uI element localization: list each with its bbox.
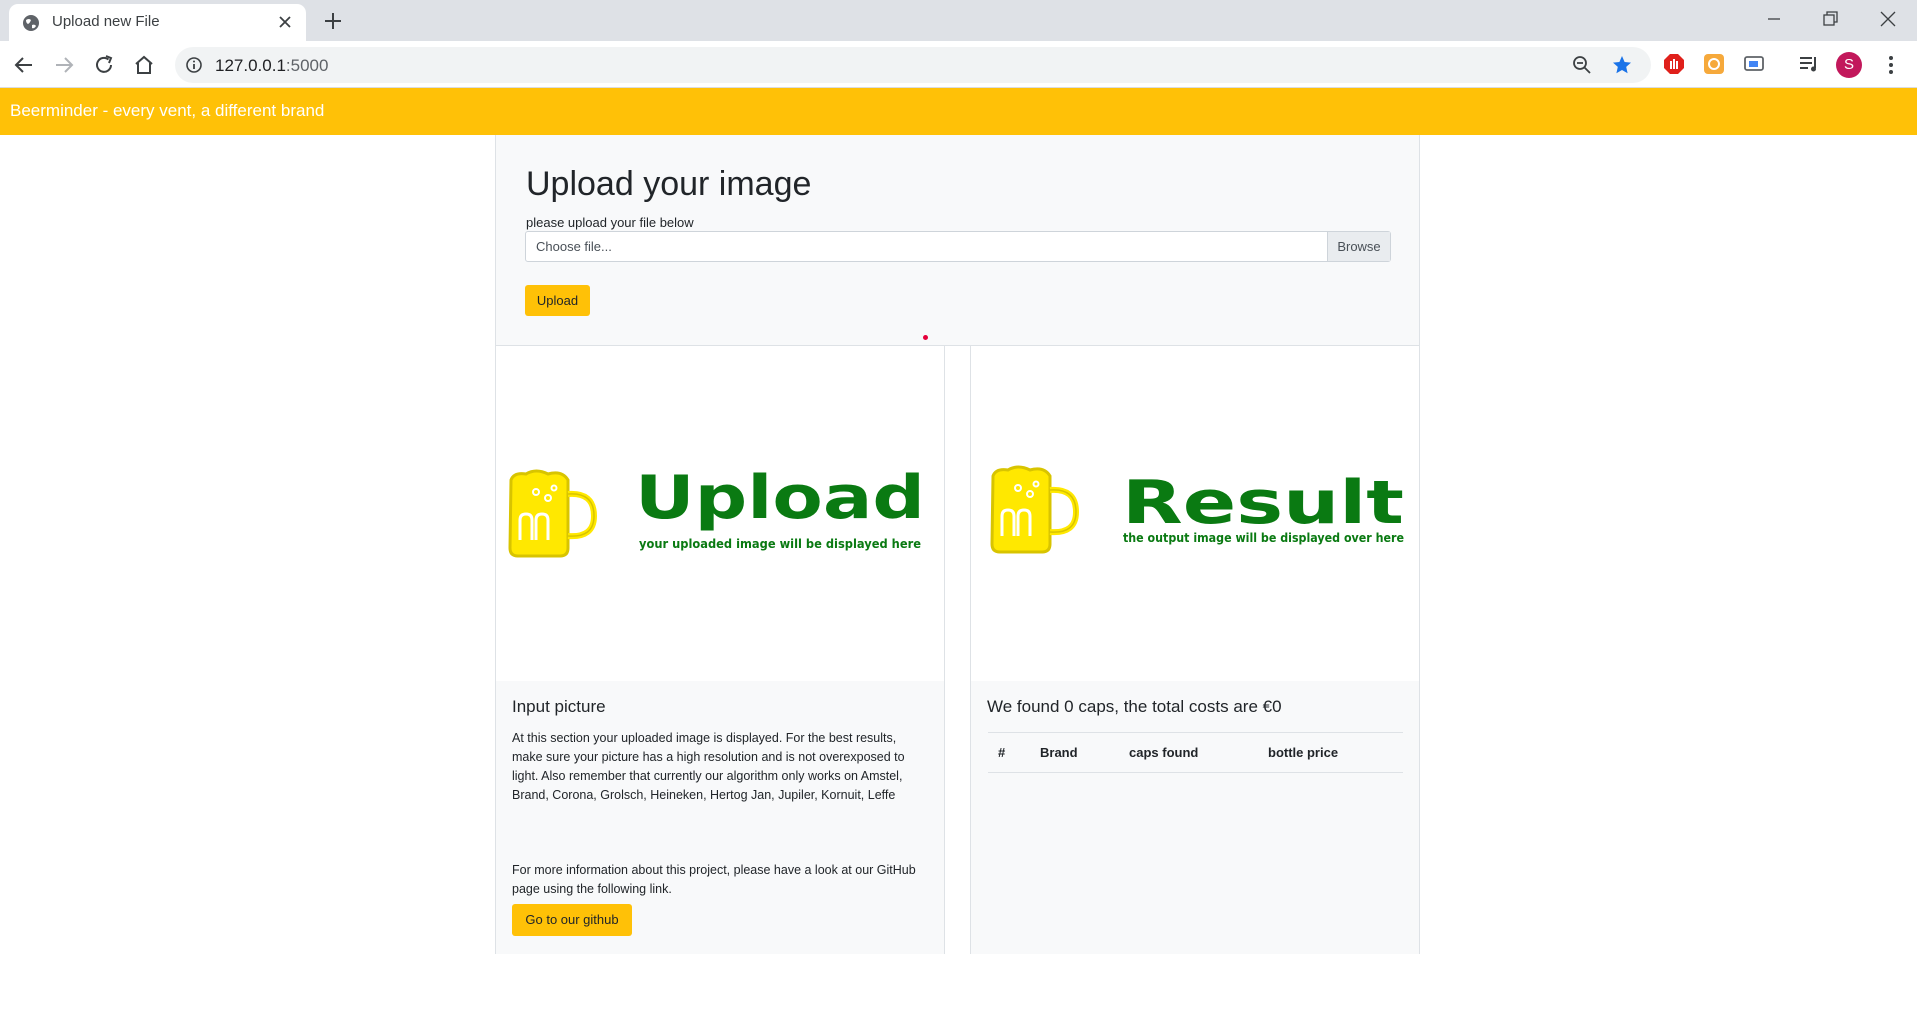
result-logo-word: Result xyxy=(1122,468,1404,538)
input-picture-card: Upload your uploaded image will be displ… xyxy=(495,346,945,954)
home-icon[interactable] xyxy=(132,53,156,77)
file-input-placeholder: Choose file... xyxy=(536,239,612,254)
tab-title: Upload new File xyxy=(52,13,160,30)
back-icon[interactable] xyxy=(12,53,36,77)
input-card-body: Input picture At this section your uploa… xyxy=(496,681,944,954)
input-card-title: Input picture xyxy=(512,697,606,716)
input-card-github-text: For more information about this project,… xyxy=(512,863,916,896)
browser-tab[interactable]: Upload new File xyxy=(9,4,306,41)
results-col-brand: Brand xyxy=(1030,732,1119,773)
upload-hint: please upload your file below xyxy=(526,215,694,230)
cast-extension-icon[interactable] xyxy=(1742,52,1766,76)
browser-tabstrip: Upload new File xyxy=(0,0,1917,41)
github-button[interactable]: Go to our github xyxy=(512,904,632,936)
upload-logo-caption: your uploaded image will be displayed he… xyxy=(639,537,921,551)
file-input[interactable]: Choose file... Browse xyxy=(525,231,1391,262)
profile-avatar[interactable]: S xyxy=(1836,52,1862,78)
zoom-icon[interactable] xyxy=(1571,54,1593,76)
new-tab-icon[interactable] xyxy=(322,10,344,32)
forward-icon[interactable] xyxy=(52,53,76,77)
close-window-icon[interactable] xyxy=(1877,8,1899,30)
browse-button[interactable]: Browse xyxy=(1327,232,1390,261)
reload-icon[interactable] xyxy=(92,53,116,77)
navbar-brand[interactable]: Beerminder - every vent, a different bra… xyxy=(10,101,324,121)
beer-mug-icon: Upload your uploaded image will be displ… xyxy=(508,463,925,558)
upload-button[interactable]: Upload xyxy=(525,285,590,316)
upload-heading: Upload your image xyxy=(526,165,812,203)
results-table-header-row: # Brand caps found bottle price xyxy=(988,732,1403,773)
input-placeholder-image: Upload your uploaded image will be displ… xyxy=(496,346,944,681)
more-menu-icon[interactable] xyxy=(1879,53,1903,77)
results-col-index: # xyxy=(988,732,1030,773)
browser-toolbar: 127.0.0.1:5000 S xyxy=(0,41,1917,88)
globe-icon xyxy=(23,15,39,31)
url-text: 127.0.0.1:5000 xyxy=(215,56,328,76)
red-dot xyxy=(923,335,928,340)
beer-mug-icon: Result the output image will be displaye… xyxy=(990,465,1404,554)
upload-panel: Upload your image please upload your fil… xyxy=(495,135,1420,346)
url-host: 127.0.0.1 xyxy=(215,56,286,75)
result-logo-caption: the output image will be displayed over … xyxy=(1123,531,1404,545)
result-card-body: We found 0 caps, the total costs are €0 … xyxy=(971,681,1419,954)
bookmark-star-icon[interactable] xyxy=(1611,54,1633,76)
restore-icon[interactable] xyxy=(1819,8,1841,30)
results-col-caps-found: caps found xyxy=(1119,732,1258,773)
navbar: Beerminder - every vent, a different bra… xyxy=(0,88,1917,135)
info-icon[interactable] xyxy=(185,56,203,74)
address-bar[interactable]: 127.0.0.1:5000 xyxy=(175,47,1651,83)
url-port: :5000 xyxy=(285,56,329,75)
media-playlist-icon[interactable] xyxy=(1797,52,1821,76)
results-table: # Brand caps found bottle price xyxy=(988,732,1403,773)
results-col-bottle-price: bottle price xyxy=(1258,732,1403,773)
result-card-title: We found 0 caps, the total costs are €0 xyxy=(987,697,1282,716)
adblock-extension-icon[interactable] xyxy=(1662,52,1686,76)
result-placeholder-image: Result the output image will be displaye… xyxy=(971,346,1419,681)
upload-logo-word: Upload xyxy=(635,463,925,533)
result-card: Result the output image will be displaye… xyxy=(970,346,1420,954)
minimize-icon[interactable] xyxy=(1763,8,1785,30)
input-card-text: At this section your uploaded image is d… xyxy=(512,731,905,802)
orange-extension-icon[interactable] xyxy=(1702,52,1726,76)
close-tab-icon[interactable] xyxy=(276,13,294,31)
